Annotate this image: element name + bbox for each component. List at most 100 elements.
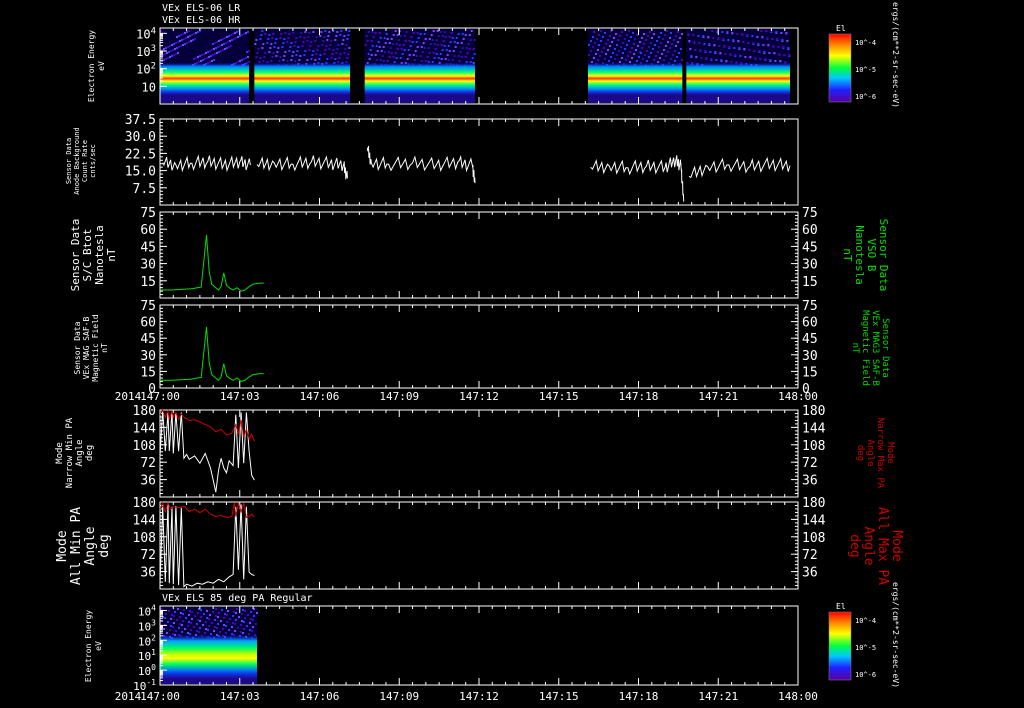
spectrogram-speckle	[342, 39, 345, 41]
spectrogram-speckle	[286, 41, 289, 43]
spectrogram-speckle	[398, 44, 401, 46]
spectrogram-speckle	[597, 44, 600, 46]
spectrogram-speckle	[443, 31, 446, 33]
spectrogram-speckle	[409, 45, 412, 47]
spectrogram-speckle	[384, 42, 387, 44]
spectrogram-speckle	[412, 54, 415, 56]
panel1-colorbar-tick-low: 10^-6	[855, 93, 876, 101]
spectrogram-speckle	[343, 35, 346, 37]
panel1-colorbar-units: ergs/(cm**2-sr-sec-eV)	[891, 2, 900, 108]
spectrogram-speckle	[632, 43, 635, 45]
spectrogram-speckle	[698, 42, 701, 44]
spectrogram-speckle	[255, 56, 258, 58]
spectrogram-speckle	[712, 37, 715, 39]
panel6-axes: 180 180 144 144 108 108 72 72 36 36	[133, 496, 826, 590]
spectrogram-speckle	[175, 53, 177, 55]
y-tick-label-right: 72	[802, 456, 818, 471]
spectrogram-speckle	[596, 49, 599, 51]
y-tick-label: 37.5	[125, 113, 156, 128]
spectrogram-speckle	[610, 41, 613, 43]
spectrogram-speckle	[607, 60, 610, 62]
spectrogram-speckle	[428, 52, 431, 54]
spectrogram-speckle	[371, 45, 374, 47]
spectrogram-speckle	[464, 34, 467, 36]
panel2-lines	[162, 145, 791, 202]
spectrogram-speckle	[375, 59, 378, 61]
y-tick-label: 108	[133, 439, 156, 454]
y-tick-label-right: 45	[802, 332, 818, 347]
x-tick-label: 147:00	[140, 690, 180, 703]
y-tick-label: 36	[140, 474, 156, 489]
y-tick-label-right: 45	[802, 240, 818, 255]
spectrogram-speckle	[426, 56, 429, 58]
spectrogram-speckle	[315, 36, 318, 38]
spectrogram-speckle	[687, 33, 690, 35]
spectrogram-speckle	[694, 49, 697, 51]
spectrogram-speckle	[248, 50, 250, 52]
spectrogram-speckle	[245, 57, 247, 59]
spectrogram-speckle	[662, 59, 665, 61]
y-tick-label-right: 30	[802, 258, 818, 273]
spectrogram-speckle	[726, 31, 729, 33]
spectrogram-speckle	[428, 38, 431, 40]
spectrogram-speckle	[378, 32, 381, 34]
spectrogram-speckle	[374, 54, 377, 56]
spectrogram-speckle	[456, 42, 459, 44]
spectrogram-speckle	[250, 611, 252, 613]
spectrogram-speckle	[472, 48, 475, 50]
panel4-ylabel-2: VEx MAG SAF-B	[82, 317, 91, 380]
spectrogram-speckle	[226, 621, 228, 623]
x-tick-label: 147:06	[300, 390, 340, 403]
spectrogram-speckle	[713, 44, 716, 46]
spectrogram-speckle	[639, 52, 642, 54]
spectrogram-speckle	[675, 56, 678, 58]
spectrogram-speckle	[289, 46, 292, 48]
spectrogram-speckle	[271, 56, 274, 58]
spectrogram-speckle	[232, 615, 234, 617]
spectrogram-speckle	[287, 37, 290, 39]
spectrogram-speckle	[288, 50, 291, 52]
spectrogram-speckle	[619, 46, 622, 48]
spectrogram-speckle	[413, 59, 416, 61]
panel5-ylabel-1: Mode	[55, 442, 65, 464]
y-tick-label-right: 30	[802, 349, 818, 364]
spectrogram-speckle	[193, 626, 195, 628]
spectrogram-speckle	[191, 34, 193, 36]
spectrogram-speckle	[432, 30, 435, 32]
spectrogram-speckle	[405, 31, 408, 33]
spectrogram-band	[686, 62, 791, 95]
spectrogram-speckle	[587, 44, 590, 46]
spectrogram-speckle	[184, 43, 186, 45]
spectrogram-speckle	[423, 47, 426, 49]
spectrogram-speckle	[211, 49, 213, 51]
spectrogram-speckle	[240, 631, 242, 633]
spectrogram-speckle	[212, 54, 214, 56]
panel3-axes: 75 75 60 60 45 45 30 30 15 15	[140, 206, 818, 299]
spectrogram-speckle	[403, 49, 406, 51]
spectrogram-speckle	[697, 35, 700, 37]
y-tick-label: 144	[133, 421, 157, 436]
panel7-colorbar-tick-low: 10^-6	[855, 671, 876, 679]
spectrogram-speckle	[612, 37, 615, 39]
spectrogram-speckle	[255, 623, 257, 625]
spectrogram-85-data	[160, 607, 258, 684]
spectrogram-speckle	[213, 48, 215, 50]
panel6-ylabel-3: Angle	[83, 526, 98, 565]
spectrogram-speckle	[778, 53, 781, 55]
spectrogram-speckle	[188, 614, 190, 616]
spectrogram-speckle	[465, 47, 468, 49]
spectrogram-speckle	[672, 39, 675, 41]
panel2-ylabel-3: Count Rate	[81, 140, 89, 182]
spectrogram-speckle	[734, 54, 737, 56]
spectrogram-speckle	[247, 56, 249, 58]
spectrogram-speckle	[460, 42, 463, 44]
spectrogram-speckle	[250, 618, 252, 620]
panel-mag-safb: 75 7560 6045 4530 3015 150 0 Sensor Data VEx M…	[73, 299, 890, 403]
panel2-ylabel-4: cnts/sec	[89, 144, 97, 178]
spectrogram-speckle	[251, 630, 253, 632]
spectrogram-speckle	[786, 40, 789, 42]
spectrogram-speckle	[652, 59, 655, 61]
spectrogram-speckle	[379, 37, 382, 39]
spectrogram-speckle	[220, 50, 222, 52]
spectrogram-speckle	[653, 44, 656, 46]
